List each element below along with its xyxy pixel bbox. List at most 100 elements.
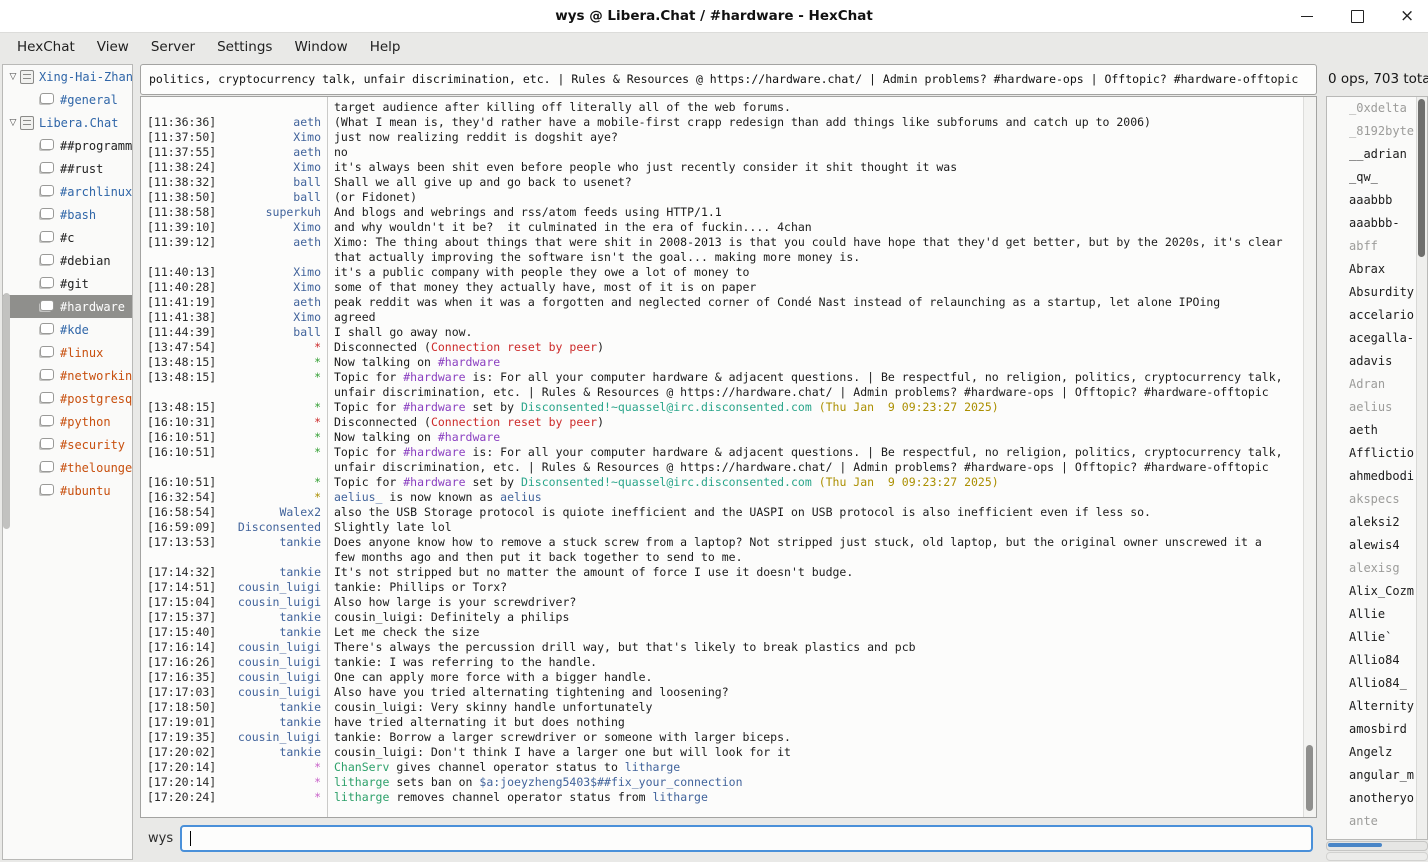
sidebar-item--thelounge[interactable]: #thelounge (3, 456, 132, 479)
bottom-hscrollbar[interactable] (1326, 852, 1428, 861)
user-list-item[interactable]: Allie (1327, 603, 1427, 626)
expander-icon[interactable]: ▽ (6, 118, 20, 128)
user-list-item[interactable]: _qw_ (1327, 166, 1427, 189)
tree-label: ##rust (60, 162, 103, 176)
message-text: Topic for #hardware is: For all your com… (334, 370, 1283, 384)
maximize-button[interactable] (1350, 9, 1364, 23)
sidebar-item--c[interactable]: #c (3, 226, 132, 249)
timestamp: [11:38:50] (147, 190, 216, 205)
user-list-item[interactable]: alexisg (1327, 557, 1427, 580)
sidebar-item--linux[interactable]: #linux (3, 341, 132, 364)
event-star: * (211, 775, 321, 790)
menu-help[interactable]: Help (359, 32, 412, 62)
user-list-item[interactable]: Allio84_ (1327, 672, 1427, 695)
user-list-item[interactable]: aelius (1327, 396, 1427, 419)
minimize-button[interactable] (1300, 9, 1314, 23)
user-list-item[interactable]: _8192byte (1327, 120, 1427, 143)
chat-scrollbar[interactable] (1303, 97, 1316, 817)
sidebar-server-libera-chat[interactable]: ▽Libera.Chat (3, 111, 132, 134)
nick: tankie (211, 535, 321, 550)
channel-icon (40, 415, 54, 426)
userlist-hscrollbar-thumb[interactable] (1328, 843, 1382, 847)
user-list-item[interactable]: Allio84 (1327, 649, 1427, 672)
menu-server[interactable]: Server (140, 32, 206, 62)
sidebar-item--hardware[interactable]: #hardware (3, 295, 132, 318)
sidebar-item--rust[interactable]: ##rust (3, 157, 132, 180)
timestamp: [11:44:39] (147, 325, 216, 340)
channel-icon (40, 346, 54, 357)
message-text: Disconnected (Connection reset by peer) (334, 340, 604, 354)
message-text: target audience after killing off litera… (334, 100, 791, 114)
user-list-item[interactable]: Adran (1327, 373, 1427, 396)
message-text: One can apply more force with a bigger h… (334, 670, 653, 684)
own-nick-label[interactable]: wys (148, 825, 173, 853)
userlist-scrollbar-thumb[interactable] (1418, 99, 1425, 257)
user-list-item[interactable]: Allie` (1327, 626, 1427, 649)
user-list-item[interactable]: Angelz (1327, 741, 1427, 764)
user-list-item[interactable]: alewis4 (1327, 534, 1427, 557)
user-list-item[interactable]: akspecs (1327, 488, 1427, 511)
server-tree-scrollbar[interactable] (3, 293, 10, 529)
user-list-item[interactable]: __adrian (1327, 143, 1427, 166)
user-list-item[interactable]: aleksi2 (1327, 511, 1427, 534)
user-list-item[interactable]: aaabbb- (1327, 212, 1427, 235)
user-list-item[interactable]: ahmedbodi (1327, 465, 1427, 488)
user-list-item[interactable]: aeth (1327, 419, 1427, 442)
message-text: cousin_luigi: Don't think I have a large… (334, 745, 791, 759)
user-list-item[interactable]: _0xdelta (1327, 97, 1427, 120)
userlist-hscrollbar[interactable] (1326, 841, 1428, 851)
user-list-item[interactable]: ante (1327, 810, 1427, 833)
sidebar-item--python[interactable]: #python (3, 410, 132, 433)
user-list-item[interactable]: Alix_Cozm (1327, 580, 1427, 603)
menu-settings[interactable]: Settings (206, 32, 283, 62)
close-button[interactable]: × (1400, 9, 1414, 23)
timestamp: [11:41:38] (147, 310, 216, 325)
timestamp: [16:59:09] (147, 520, 216, 535)
menu-view[interactable]: View (86, 32, 140, 62)
sidebar-item--bash[interactable]: #bash (3, 203, 132, 226)
nick: Disconsented (211, 520, 321, 535)
expander-icon[interactable]: ▽ (6, 72, 20, 82)
tree-label: #bash (60, 208, 96, 222)
sidebar-item--postgresql[interactable]: #postgresql (3, 387, 132, 410)
user-list-item[interactable]: Abrax (1327, 258, 1427, 281)
chat-line: [13:48:15]*Now talking on #hardware (141, 355, 1303, 370)
message-text: And blogs and webrings and rss/atom feed… (334, 205, 722, 219)
title-bar: wys @ Libera.Chat / #hardware - HexChat … (0, 0, 1428, 33)
message-text: cousin_luigi: Definitely a philips (334, 610, 569, 624)
user-list-item[interactable]: abff (1327, 235, 1427, 258)
nick: aeth (211, 295, 321, 310)
sidebar-item--programming[interactable]: ##programming (3, 134, 132, 157)
sidebar-item--git[interactable]: #git (3, 272, 132, 295)
sidebar-item--archlinux[interactable]: #archlinux (3, 180, 132, 203)
user-list-item[interactable]: anotheryo (1327, 787, 1427, 810)
nick: cousin_luigi (211, 655, 321, 670)
user-list-item[interactable]: adavis (1327, 350, 1427, 373)
window-controls: × (1300, 0, 1414, 32)
user-list-item[interactable]: acegalla- (1327, 327, 1427, 350)
topic-bar[interactable]: politics, cryptocurrency talk, unfair di… (140, 64, 1317, 95)
user-list-item[interactable]: Afflictio (1327, 442, 1427, 465)
userlist-scrollbar[interactable] (1416, 97, 1427, 839)
timestamp: [16:10:51] (147, 475, 216, 490)
message-input[interactable] (180, 825, 1313, 852)
user-list-item[interactable]: Absurdity (1327, 281, 1427, 304)
menu-window[interactable]: Window (283, 32, 358, 62)
sidebar-item--general[interactable]: #general (3, 88, 132, 111)
sidebar-item--kde[interactable]: #kde (3, 318, 132, 341)
timestamp: [11:40:13] (147, 265, 216, 280)
timestamp: [11:39:10] (147, 220, 216, 235)
sidebar-item--networking[interactable]: #networking (3, 364, 132, 387)
user-list-item[interactable]: Alternity (1327, 695, 1427, 718)
sidebar-item--ubuntu[interactable]: #ubuntu (3, 479, 132, 502)
message-text: Now talking on #hardware (334, 430, 500, 444)
user-list-item[interactable]: amosbird (1327, 718, 1427, 741)
sidebar-item--debian[interactable]: #debian (3, 249, 132, 272)
chat-scrollbar-thumb[interactable] (1306, 745, 1313, 811)
sidebar-item--security[interactable]: #security (3, 433, 132, 456)
user-list-item[interactable]: angular_m (1327, 764, 1427, 787)
menu-hexchat[interactable]: HexChat (6, 32, 86, 62)
user-list-item[interactable]: accelario (1327, 304, 1427, 327)
sidebar-server-xing-hai-zhan[interactable]: ▽Xing-Hai-Zhan (3, 65, 132, 88)
user-list-item[interactable]: aaabbb (1327, 189, 1427, 212)
